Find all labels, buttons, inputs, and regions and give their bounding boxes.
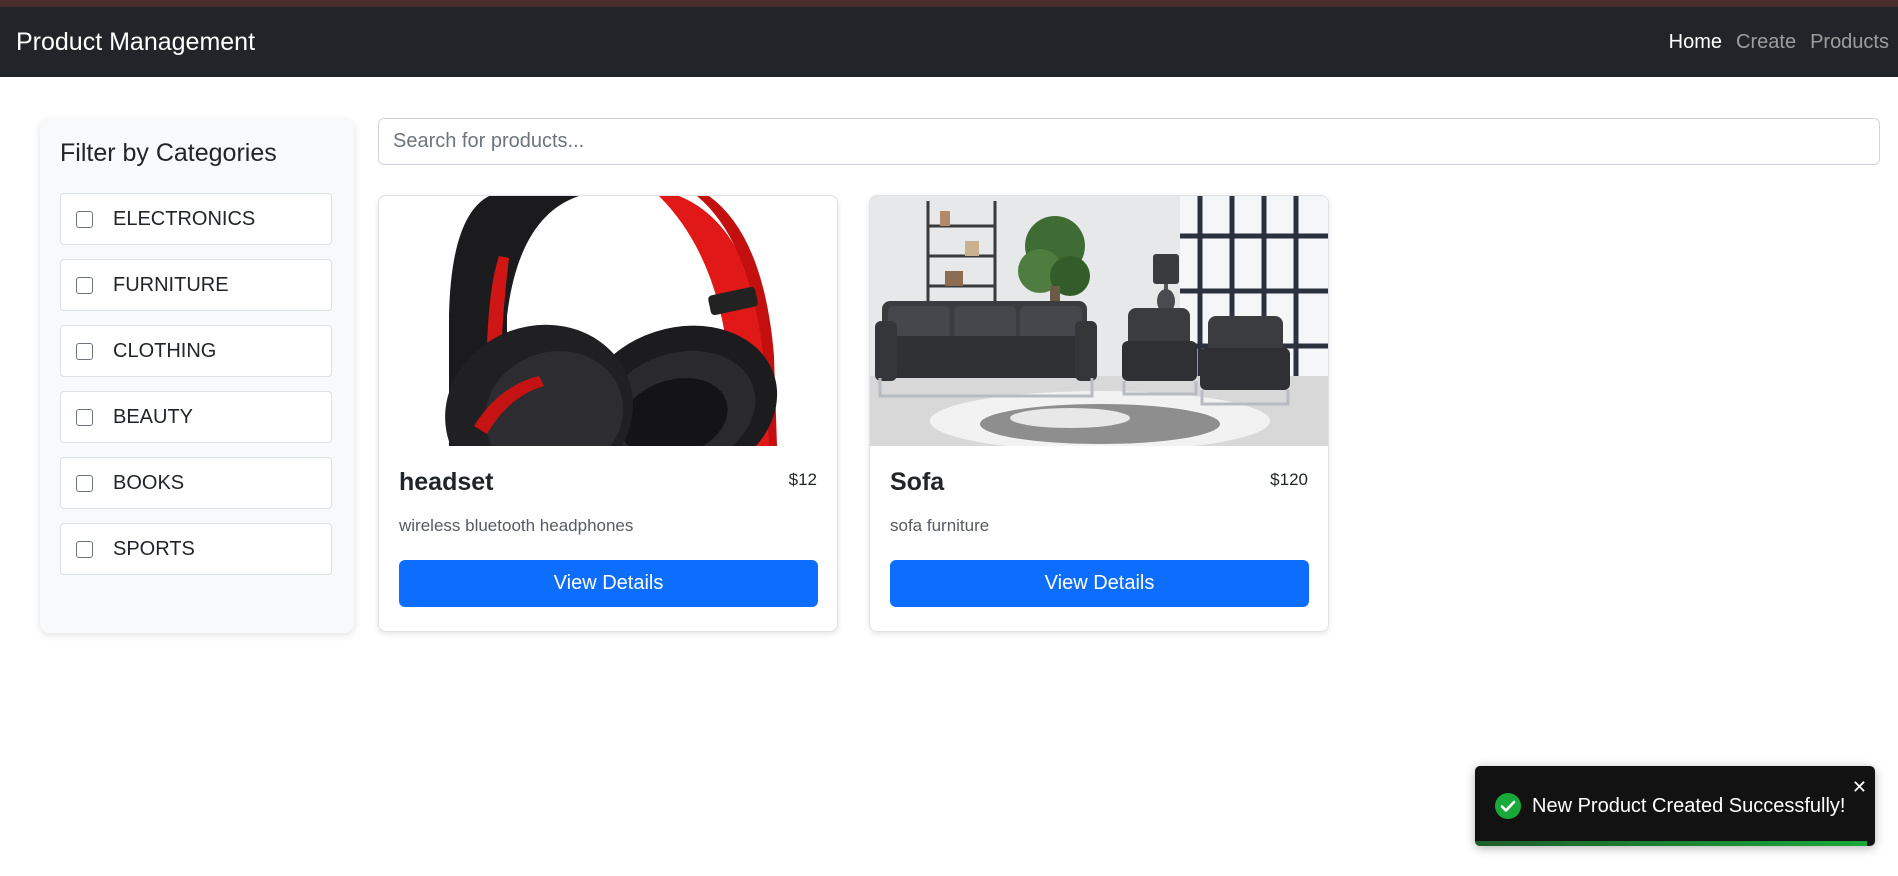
category-label: BEAUTY [113, 405, 194, 428]
nav-link-home[interactable]: Home [1662, 31, 1729, 54]
category-checkbox-books[interactable] [76, 474, 93, 492]
close-icon[interactable]: ✕ [1852, 778, 1867, 796]
nav-links: Home Create Products [1662, 7, 1896, 77]
category-item-books[interactable]: BOOKS [60, 457, 332, 509]
nav-link-products[interactable]: Products [1803, 31, 1896, 54]
product-image-sofa [870, 196, 1328, 446]
product-price: $12 [788, 470, 817, 489]
search-input[interactable] [378, 118, 1880, 165]
navbar: Product Management Home Create Products [0, 7, 1898, 77]
sofa-image [870, 196, 1328, 446]
navbar-brand[interactable]: Product Management [16, 7, 255, 77]
view-details-button[interactable]: View Details [399, 560, 818, 607]
category-item-sports[interactable]: SPORTS [60, 523, 332, 575]
category-list: ELECTRONICS FURNITURE CLOTHING BEAUTY BO… [60, 193, 332, 589]
toast-message: New Product Created Successfully! [1532, 795, 1846, 817]
nav-link-create[interactable]: Create [1729, 31, 1803, 54]
product-price: $120 [1270, 470, 1308, 489]
product-image-headset [379, 196, 837, 446]
window-top-strip [0, 0, 1898, 7]
product-name: Sofa [890, 468, 945, 496]
category-label: ELECTRONICS [113, 207, 256, 230]
product-card-headset: headset $12 wireless bluetooth headphone… [378, 195, 838, 632]
category-checkbox-clothing[interactable] [76, 342, 93, 360]
toast-progress-bar [1475, 841, 1867, 846]
category-label: FURNITURE [113, 273, 229, 296]
headphones-image [379, 196, 837, 446]
category-checkbox-electronics[interactable] [76, 210, 93, 228]
category-item-electronics[interactable]: ELECTRONICS [60, 193, 332, 245]
success-toast: New Product Created Successfully! ✕ [1475, 766, 1875, 846]
category-checkbox-furniture[interactable] [76, 276, 93, 294]
product-name: headset [399, 468, 494, 496]
product-card-sofa: Sofa $120 sofa furniture View Details [869, 195, 1329, 632]
category-item-beauty[interactable]: BEAUTY [60, 391, 332, 443]
product-description: sofa furniture [890, 516, 990, 535]
category-filter-panel: Filter by Categories ELECTRONICS FURNITU… [40, 119, 354, 633]
filter-title: Filter by Categories [60, 139, 277, 167]
category-checkbox-beauty[interactable] [76, 408, 93, 426]
category-label: BOOKS [113, 471, 185, 494]
check-circle-icon [1495, 793, 1521, 819]
view-details-button[interactable]: View Details [890, 560, 1309, 607]
category-label: CLOTHING [113, 339, 217, 362]
category-item-furniture[interactable]: FURNITURE [60, 259, 332, 311]
category-item-clothing[interactable]: CLOTHING [60, 325, 332, 377]
category-checkbox-sports[interactable] [76, 540, 93, 558]
category-label: SPORTS [113, 537, 195, 560]
product-description: wireless bluetooth headphones [399, 516, 634, 535]
